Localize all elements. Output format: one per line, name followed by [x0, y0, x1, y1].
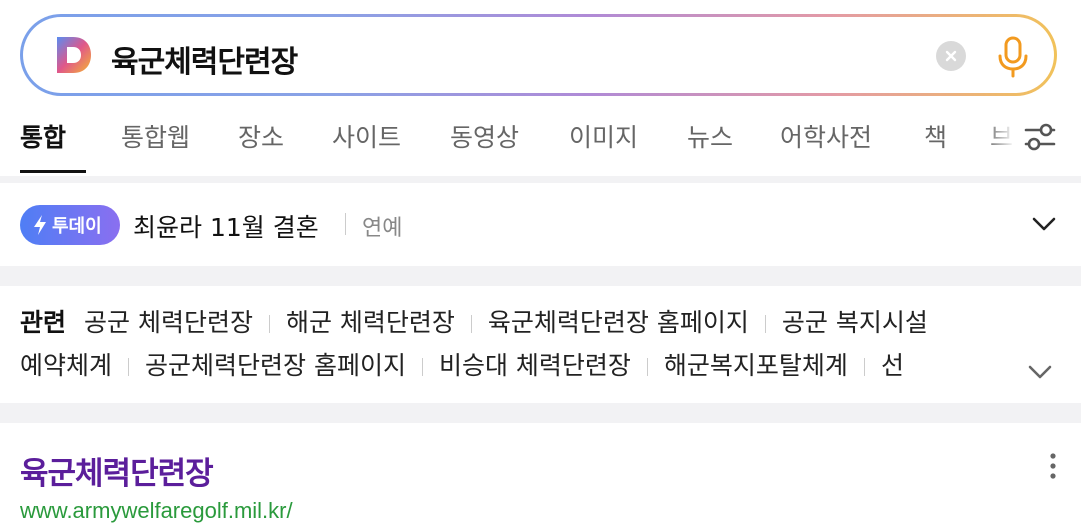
active-tab-indicator: [20, 170, 86, 173]
more-options-icon[interactable]: [1044, 452, 1062, 482]
today-category: 연예: [362, 216, 403, 241]
related-item[interactable]: 예약체계: [20, 351, 112, 380]
separator: [268, 315, 270, 333]
related-line-1: 관련 공군 체력단련장 해군 체력단련장 육군체력단련장 홈페이지 공군 복지시설: [20, 303, 928, 339]
related-item[interactable]: 비승대 체력단련장: [439, 351, 631, 380]
clear-search-button[interactable]: [936, 41, 966, 71]
tab-dictionary[interactable]: 어학사전: [780, 118, 872, 154]
filter-settings-icon[interactable]: [1020, 120, 1060, 154]
related-item[interactable]: 공군체력단련장 홈페이지: [145, 351, 406, 380]
lightning-icon: [34, 215, 46, 235]
related-item[interactable]: 공군 복지시설: [782, 308, 928, 337]
related-heading: 관련: [20, 308, 67, 337]
chevron-down-icon[interactable]: [1026, 360, 1054, 384]
separator: [764, 315, 766, 333]
divider: [0, 266, 1081, 286]
separator: [470, 315, 472, 333]
tab-images[interactable]: 이미지: [569, 118, 638, 154]
close-icon: [945, 50, 957, 62]
result-title-link[interactable]: 육군체력단련장: [20, 448, 214, 493]
today-badge-label: 투데이: [52, 216, 102, 237]
today-divider: [345, 213, 346, 235]
search-bar-inner[interactable]: 육군체력단련장: [23, 17, 1054, 93]
related-fade: [960, 345, 1020, 385]
microphone-icon[interactable]: [993, 35, 1033, 79]
related-item[interactable]: 선: [881, 351, 904, 380]
result-url-link[interactable]: www.armywelfaregolf.mil.kr/: [20, 498, 293, 524]
tab-integrated-web[interactable]: 통합웹: [121, 118, 190, 154]
tab-books[interactable]: 책: [924, 118, 947, 154]
related-item[interactable]: 해군복지포탈체계: [664, 351, 848, 380]
today-headline[interactable]: 최윤라 11월 결혼: [133, 208, 319, 244]
tab-news[interactable]: 뉴스: [687, 118, 733, 154]
daum-logo-icon[interactable]: [53, 35, 93, 75]
related-line-2: 예약체계 공군체력단련장 홈페이지 비승대 체력단련장 해군복지포탈체계 선: [20, 346, 904, 382]
tab-integrated[interactable]: 통합: [20, 118, 66, 154]
tabs-fade: [985, 100, 1015, 176]
search-tabs: 통합 통합웹 장소 사이트 동영상 이미지 뉴스 어학사전 책 브: [0, 100, 1081, 176]
separator: [646, 358, 648, 376]
today-badge[interactable]: 투데이: [20, 205, 120, 245]
separator: [863, 358, 865, 376]
chevron-down-icon[interactable]: [1030, 212, 1058, 236]
related-item[interactable]: 공군 체력단련장: [84, 308, 253, 337]
related-item[interactable]: 육군체력단련장 홈페이지: [488, 308, 749, 337]
separator: [421, 358, 423, 376]
search-bar[interactable]: 육군체력단련장: [20, 14, 1057, 96]
divider: [0, 176, 1081, 183]
tab-sites[interactable]: 사이트: [332, 118, 401, 154]
separator: [128, 358, 130, 376]
tab-videos[interactable]: 동영상: [450, 118, 519, 154]
tab-places[interactable]: 장소: [238, 118, 284, 154]
divider: [0, 403, 1081, 423]
search-input[interactable]: 육군체력단련장: [111, 37, 298, 81]
related-item[interactable]: 해군 체력단련장: [286, 308, 455, 337]
